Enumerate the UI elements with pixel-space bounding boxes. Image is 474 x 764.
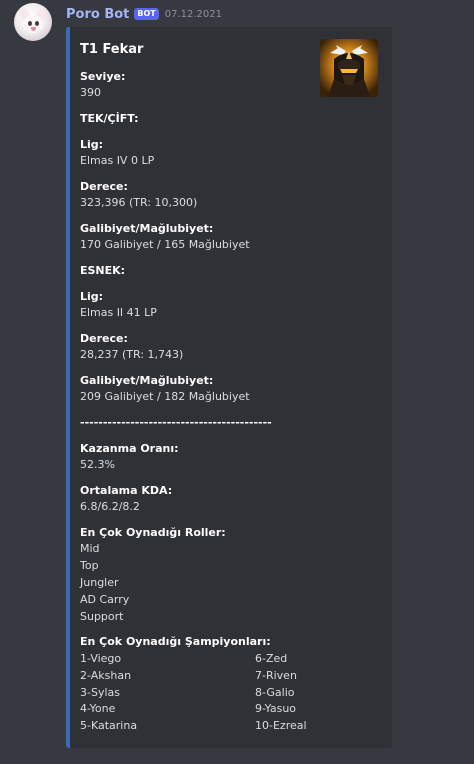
champion-item: 3-Sylas (80, 685, 120, 699)
solo-league-label: Lig: (80, 138, 104, 151)
level-field: Seviye: 390 (80, 70, 125, 101)
champion-item: 9-Yasuo (255, 702, 297, 716)
solo-wl-value: 170 Galibiyet / 165 Mağlubiyet (80, 238, 250, 251)
solo-rank-field: Derece: 323,396 (TR: 10,300) (80, 180, 197, 211)
flex-wl-field: Galibiyet/Mağlubiyet: 209 Galibiyet / 18… (80, 374, 250, 405)
winrate-label: Kazanma Oranı: (80, 442, 179, 455)
role-item: Support (80, 610, 124, 623)
solo-rank-value: 323,396 (TR: 10,300) (80, 196, 198, 209)
kda-value: 6.8/6.2/8.2 (80, 500, 140, 513)
roles-field: En Çok Oynadığı Roller: Mid Top Jungler … (80, 526, 226, 625)
embed-content: T1 Fekar (80, 41, 310, 59)
flex-rank-value: 28,237 (TR: 1,743) (80, 348, 184, 361)
solo-wl-label: Galibiyet/Mağlubiyet: (80, 222, 214, 235)
embed-title: T1 Fekar (80, 42, 144, 57)
poro-avatar-icon[interactable] (14, 3, 52, 41)
champion-item: 2-Akshan (80, 668, 132, 682)
champion-item: 4-Yone (80, 702, 116, 716)
level-value: 390 (80, 86, 101, 99)
level-label: Seviye: (80, 70, 126, 83)
solo-wl-field: Galibiyet/Mağlubiyet: 170 Galibiyet / 16… (80, 222, 250, 253)
champs-field: En Çok Oynadığı Şampiyonları: (80, 635, 271, 649)
bot-message: Poro Bot BOT 07.12.2021 T1 Fekar Seviye:… (0, 0, 474, 764)
champion-item: 6-Zed (255, 652, 288, 665)
flex-wl-value: 209 Galibiyet / 182 Mağlubiyet (80, 390, 250, 403)
flex-wl-label: Galibiyet/Mağlubiyet: (80, 374, 214, 387)
champion-item: 10-Ezreal (255, 719, 307, 733)
champs-right-column: 6-Zed 7-Riven 8-Galio 9-Yasuo 10-Ezreal (255, 651, 307, 735)
message-header: Poro Bot BOT 07.12.2021 (66, 5, 222, 23)
champs-label: En Çok Oynadığı Şampiyonları: (80, 635, 271, 648)
message-timestamp: 07.12.2021 (164, 8, 223, 20)
username[interactable]: Poro Bot (66, 7, 129, 22)
flex-league-value: Elmas II 41 LP (80, 306, 157, 319)
champion-helmet-icon[interactable] (320, 39, 378, 97)
role-item: AD Carry (80, 593, 130, 606)
champion-item: 5-Katarina (80, 719, 138, 733)
flex-rank-field: Derece: 28,237 (TR: 1,743) (80, 332, 183, 363)
winrate-field: Kazanma Oranı: 52.3% (80, 442, 179, 473)
flex-league-field: Lig: Elmas II 41 LP (80, 290, 157, 321)
separator-line: ----------------------------------------… (80, 416, 272, 429)
kda-label: Ortalama KDA: (80, 484, 173, 497)
solo-heading: TEK/ÇİFT: (80, 112, 139, 125)
kda-field: Ortalama KDA: 6.8/6.2/8.2 (80, 484, 172, 515)
role-item: Mid (80, 542, 100, 555)
champion-item: 1-Viego (80, 652, 122, 665)
flex-rank-label: Derece: (80, 332, 128, 345)
flex-heading: ESNEK: (80, 264, 126, 277)
flex-heading-field: ESNEK: (80, 264, 125, 278)
champion-item: 8-Galio (255, 685, 295, 699)
solo-league-value: Elmas IV 0 LP (80, 154, 155, 167)
solo-rank-label: Derece: (80, 180, 128, 193)
roles-label: En Çok Oynadığı Roller: (80, 526, 226, 539)
separator-field: ----------------------------------------… (80, 416, 272, 430)
roles-list: Mid Top Jungler AD Carry Support (80, 540, 226, 625)
bot-tag-badge: BOT (134, 8, 159, 20)
solo-league-field: Lig: Elmas IV 0 LP (80, 138, 154, 169)
winrate-value: 52.3% (80, 458, 115, 471)
champion-item: 7-Riven (255, 668, 297, 682)
profile-embed: T1 Fekar Seviye: 390 TEK/ÇİFT: Lig: Elma… (66, 27, 392, 748)
role-item: Top (80, 559, 99, 572)
role-item: Jungler (80, 576, 119, 589)
flex-league-label: Lig: (80, 290, 104, 303)
solo-heading-field: TEK/ÇİFT: (80, 112, 139, 126)
champs-left-column: 1-Viego 2-Akshan 3-Sylas 4-Yone 5-Katari… (80, 651, 137, 735)
